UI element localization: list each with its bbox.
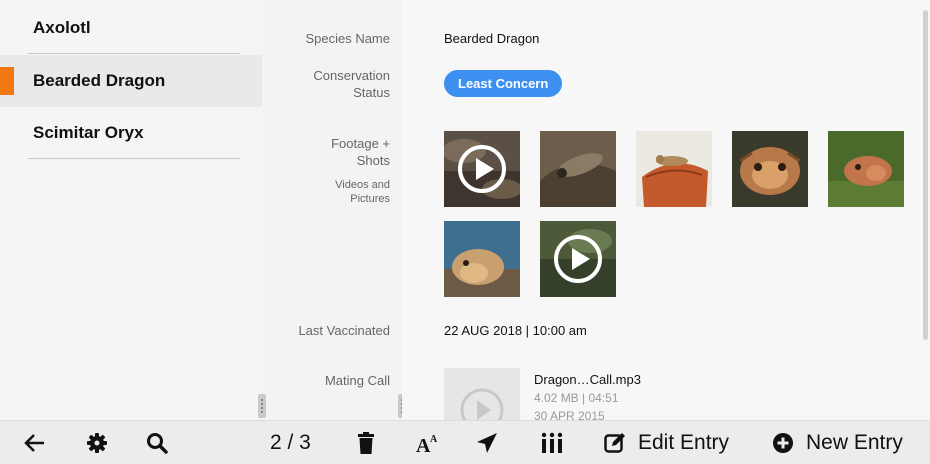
conservation-status-label-line2: Status [353, 85, 390, 100]
media-thumbnail-photo[interactable] [732, 131, 808, 207]
font-size-icon: A A [416, 434, 438, 454]
divider [28, 53, 240, 54]
send-icon [477, 433, 497, 453]
last-vaccinated-label: Last Vaccinated [298, 323, 390, 338]
sidebar-item-label: Axolotl [33, 18, 91, 37]
trash-icon [358, 432, 374, 454]
species-name-value: Bearded Dragon [444, 31, 540, 46]
media-thumbnail-photo[interactable] [444, 221, 520, 297]
divider [28, 158, 240, 159]
back-button[interactable] [24, 421, 46, 464]
audio-filename: Dragon…Call.mp3 [534, 372, 641, 387]
conservation-status-label-line1: Conservation [313, 68, 390, 83]
field-labels-column: Species Name Conservation Status Footage… [258, 0, 406, 420]
play-icon [554, 235, 602, 283]
audio-player[interactable] [444, 368, 520, 420]
footage-label-line1: Footage + [331, 136, 390, 151]
sidebar-item-label: Scimitar Oryx [33, 123, 144, 142]
detail-panel: Bearded Dragon Least Concern 22 AUG 2018… [402, 0, 930, 420]
settings-button[interactable] [86, 421, 108, 464]
sidebar-item-label: Bearded Dragon [33, 71, 166, 90]
media-thumbnail-photo[interactable] [636, 131, 712, 207]
new-entry-label: New Entry [806, 431, 903, 454]
audio-play-icon [460, 388, 504, 420]
media-thumbnail-photo[interactable] [540, 131, 616, 207]
bottom-toolbar: 2 / 3 A A Edit Entry New Entry [0, 420, 930, 464]
search-icon [147, 433, 168, 454]
media-thumbnail-video[interactable] [444, 131, 520, 207]
edit-entry-label: Edit Entry [638, 431, 730, 454]
edit-icon [604, 433, 625, 453]
plus-circle-icon [773, 433, 793, 453]
footage-sublabel-line2: Pictures [350, 193, 390, 205]
audio-date: 30 APR 2015 [534, 409, 605, 420]
sidebar-item-scimitar-oryx[interactable]: Scimitar Oryx [0, 107, 262, 159]
species-name-label: Species Name [305, 31, 390, 46]
media-thumbnail-video[interactable] [540, 221, 616, 297]
scrollbar[interactable] [923, 10, 928, 340]
mating-call-label: Mating Call [324, 373, 390, 388]
audio-file-meta: 4.02 MB | 04:51 [534, 391, 619, 405]
play-icon [458, 145, 506, 193]
selection-indicator [0, 67, 14, 95]
new-entry-button[interactable]: New Entry [772, 421, 903, 464]
pager-indicator: 2 / 3 [270, 421, 311, 464]
footage-label-line2: Shots [356, 153, 390, 168]
page-counter: 2 / 3 [270, 431, 311, 454]
edit-entry-button[interactable]: Edit Entry [604, 421, 729, 464]
footage-sublabel-line1: Videos and [335, 179, 390, 191]
sidebar-item-axolotl[interactable]: Axolotl [0, 2, 262, 54]
gear-icon [87, 433, 107, 453]
sidebar: Axolotl Bearded Dragon Scimitar Oryx [0, 0, 262, 420]
search-button[interactable] [146, 421, 168, 464]
last-vaccinated-value: 22 AUG 2018 | 10:00 am [444, 323, 587, 338]
send-button[interactable] [476, 421, 498, 464]
conservation-status-badge[interactable]: Least Concern [444, 70, 563, 97]
resize-handle[interactable] [258, 394, 266, 418]
media-thumbnail-photo[interactable] [828, 131, 904, 207]
font-size-button[interactable]: A A [415, 421, 439, 464]
columns-button[interactable] [541, 421, 563, 464]
svg-text:A: A [416, 435, 431, 454]
delete-button[interactable] [357, 421, 375, 464]
back-arrow-icon [24, 434, 44, 452]
svg-text:A: A [430, 434, 438, 445]
sidebar-item-bearded-dragon[interactable]: Bearded Dragon [0, 55, 262, 107]
columns-icon [541, 432, 563, 453]
